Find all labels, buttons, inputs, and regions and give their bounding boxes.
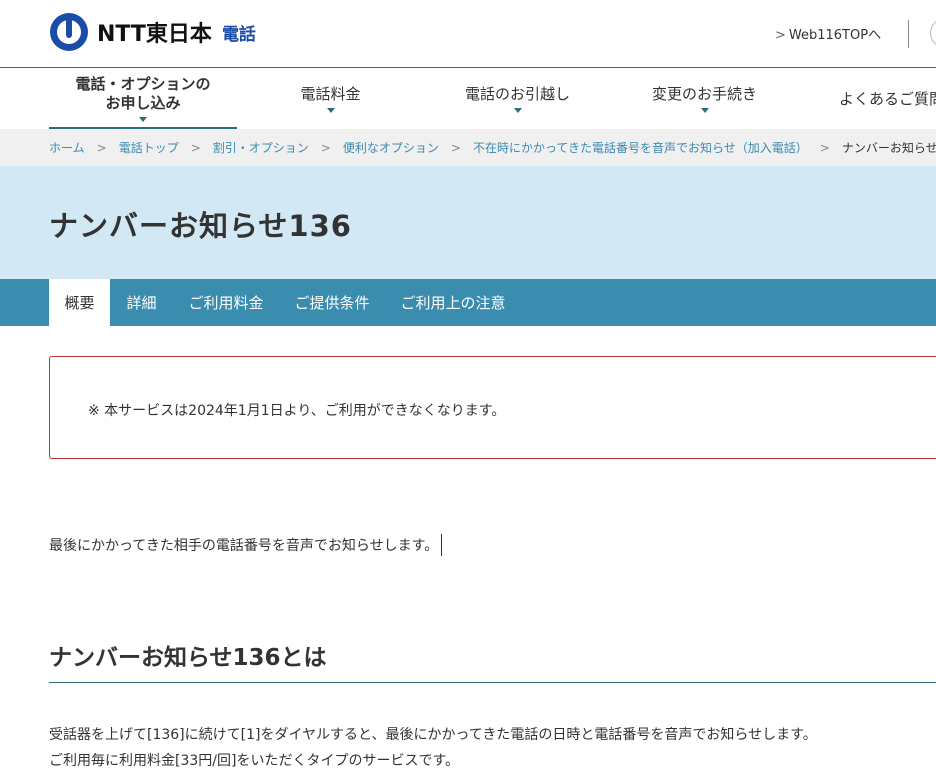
breadcrumb-current: ナンバーお知らせ136	[841, 141, 936, 155]
header-divider	[908, 20, 909, 48]
description-line: ご利用毎に利用料金[33円/回]をいただくタイプのサービスです。	[49, 753, 460, 769]
breadcrumb-separator: >	[450, 140, 461, 155]
chevron-down-icon	[700, 108, 709, 113]
notice-text: ※ 本サービスは2024年1月1日より、ご利用ができなくなります。	[88, 403, 506, 419]
ntt-logo[interactable]: NTT東日本 電話	[50, 13, 256, 51]
tab-conditions[interactable]: ご提供条件	[279, 279, 385, 326]
global-nav: 電話・オプションの お申し込み 電話料金 電話のお引越し 変更のお手続き よくあ…	[0, 69, 936, 129]
gnav-item-faq[interactable]: よくあるご質問	[798, 69, 936, 129]
gnav-item-label: 変更のお手続き	[651, 85, 757, 103]
breadcrumb-link-options[interactable]: 便利なオプション	[343, 139, 439, 156]
gnav-item-label: 電話のお引越し	[464, 85, 570, 103]
service-label: 電話	[221, 24, 256, 45]
chevron-down-icon	[326, 108, 335, 113]
breadcrumb-link-home[interactable]: ホーム	[49, 139, 85, 156]
search-icon[interactable]	[930, 18, 936, 48]
ntt-logo-icon	[50, 13, 88, 51]
chevron-right-icon: >	[775, 28, 786, 43]
web116-top-label: Web116TOPへ	[788, 28, 882, 43]
chevron-down-icon	[139, 116, 147, 122]
logo-text: NTT東日本	[97, 22, 212, 47]
breadcrumb-separator: >	[320, 140, 331, 155]
gnav-item-label: お申し込み	[105, 93, 181, 112]
section-divider	[49, 682, 936, 683]
lead-text-content: 最後にかかってきた相手の電話番号を音声でお知らせします。	[49, 538, 439, 554]
section-title: ナンバーお知らせ136とは	[49, 645, 327, 671]
tab-notes[interactable]: ご利用上の注意	[385, 279, 521, 326]
gnav-item-label: 電話・オプションの	[75, 74, 211, 93]
breadcrumb-link-phone-top[interactable]: 電話トップ	[119, 139, 179, 156]
text-cursor	[441, 534, 443, 556]
service-end-notice: ※ 本サービスは2024年1月1日より、ご利用ができなくなります。	[49, 356, 936, 459]
tab-bar: 概要 詳細 ご利用料金 ご提供条件 ご利用上の注意	[0, 279, 936, 326]
breadcrumb-link-missed-calls[interactable]: 不在時にかかってきた電話番号を音声でお知らせ（加入電話）	[473, 139, 808, 156]
page-title: ナンバーお知らせ136	[49, 209, 352, 243]
tab-details[interactable]: 詳細	[110, 279, 173, 326]
section-description: 受話器を上げて[136]に続けて[1]をダイヤルすると、最後にかかってきた電話の…	[49, 722, 817, 774]
gnav-item-apply[interactable]: 電話・オプションの お申し込み	[49, 69, 237, 129]
tab-overview[interactable]: 概要	[49, 279, 110, 326]
web116-top-link[interactable]: > Web116TOPへ	[775, 24, 881, 43]
description-line: 受話器を上げて[136]に続けて[1]をダイヤルすると、最後にかかってきた電話の…	[49, 727, 817, 743]
breadcrumb: ホーム > 電話トップ > 割引・オプション > 便利なオプション > 不在時に…	[0, 129, 936, 166]
breadcrumb-link-discounts[interactable]: 割引・オプション	[213, 139, 309, 156]
breadcrumb-separator: >	[819, 140, 830, 155]
breadcrumb-separator: >	[96, 140, 107, 155]
gnav-item-changes[interactable]: 変更のお手続き	[611, 69, 798, 129]
chevron-down-icon	[513, 108, 522, 113]
breadcrumb-separator: >	[190, 140, 201, 155]
tab-pricing[interactable]: ご利用料金	[173, 279, 279, 326]
gnav-item-fees[interactable]: 電話料金	[237, 69, 424, 129]
gnav-item-label: 電話料金	[300, 85, 361, 103]
site-header: NTT東日本 電話 > Web116TOPへ	[0, 0, 936, 68]
lead-text: 最後にかかってきた相手の電話番号を音声でお知らせします。	[49, 534, 443, 556]
page-title-band: ナンバーお知らせ136	[0, 166, 936, 279]
gnav-item-moving[interactable]: 電話のお引越し	[424, 69, 611, 129]
gnav-item-label: よくあるご質問	[838, 89, 936, 108]
